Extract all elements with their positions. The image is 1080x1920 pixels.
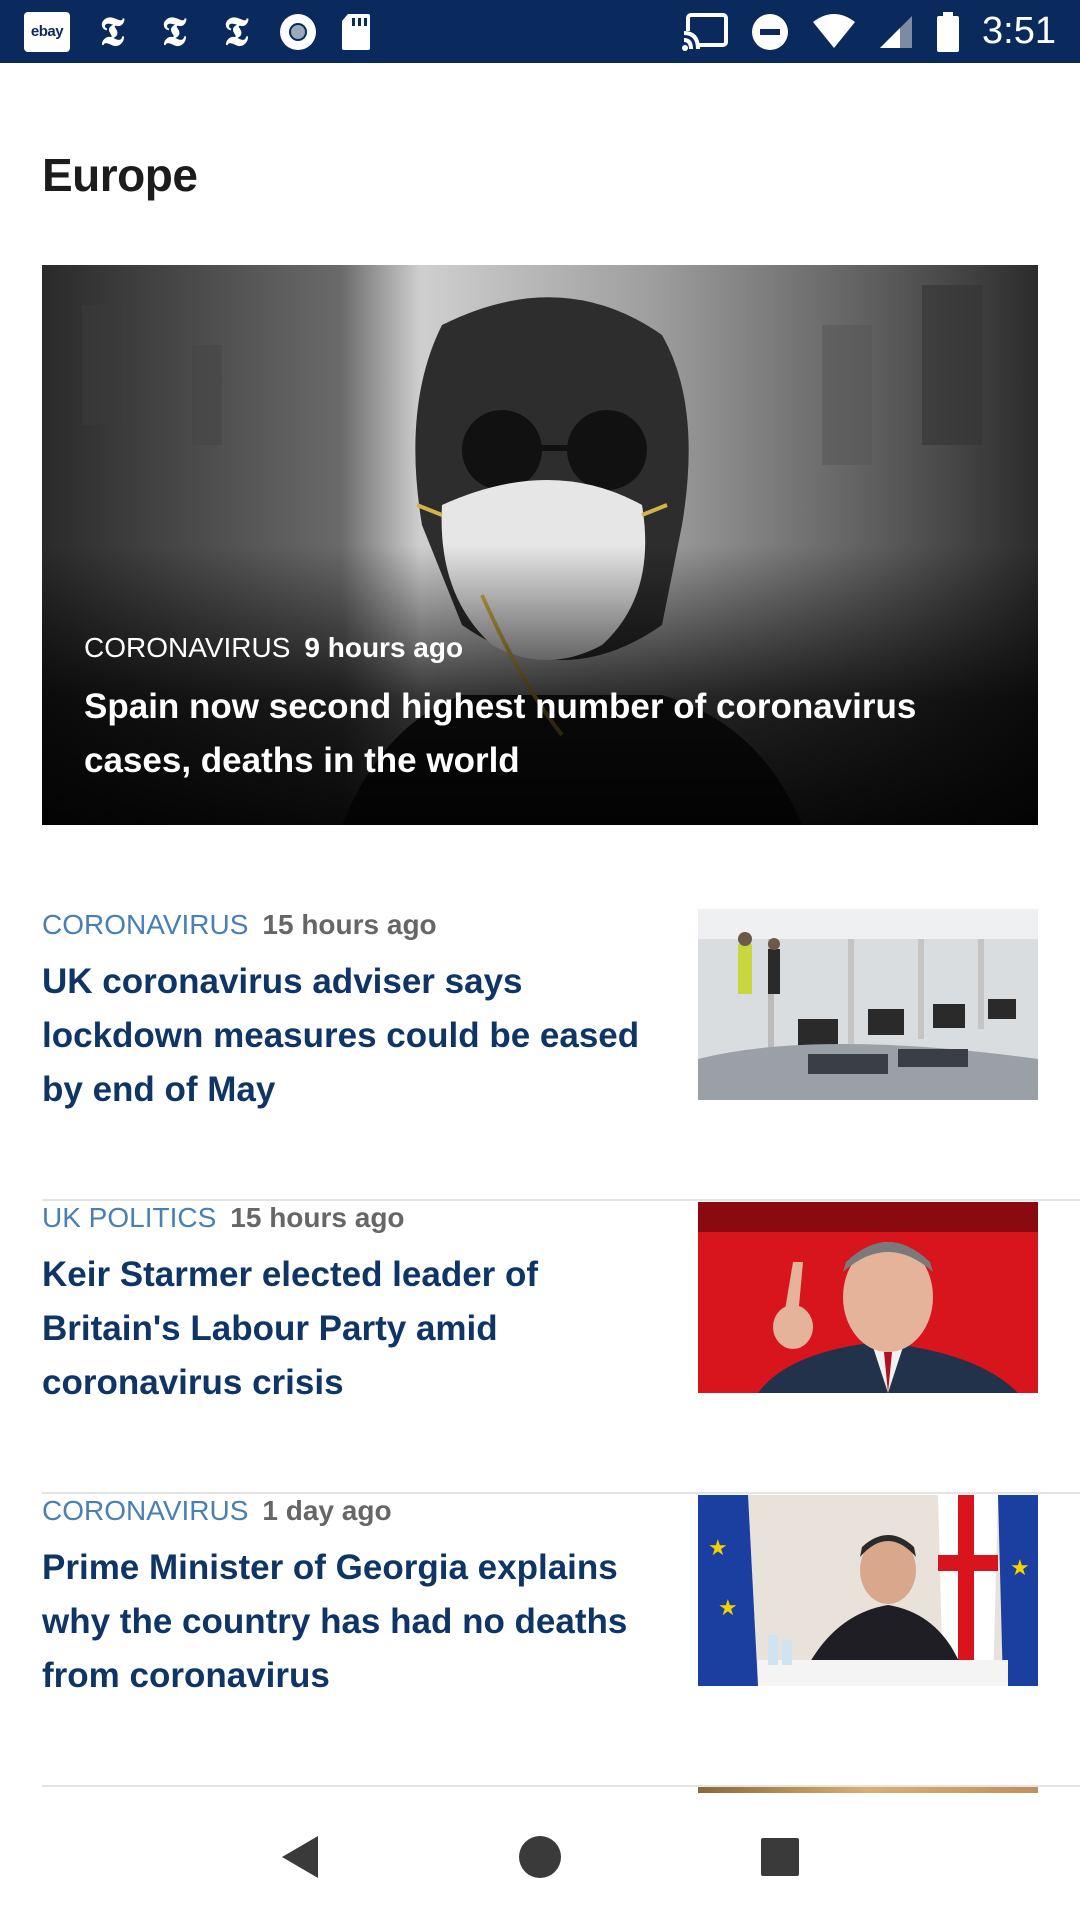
article-time: 1 day ago: [262, 1495, 392, 1526]
article-category[interactable]: CORONAVIRUS: [42, 909, 248, 941]
article-list-item[interactable]: CORONAVIRUS 15 hours ago UK coronavirus …: [42, 909, 1080, 1201]
battery-icon: [937, 11, 960, 52]
hero-meta: CORONAVIRUS 9 hours ago: [84, 632, 463, 664]
svg-text:★: ★: [708, 1536, 728, 1561]
home-icon[interactable]: [510, 1827, 570, 1887]
politician-image: [698, 1202, 1038, 1393]
article-headline[interactable]: UK coronavirus adviser says lockdown mea…: [42, 955, 642, 1117]
hero-category[interactable]: CORONAVIRUS: [84, 632, 290, 664]
hero-time: 9 hours ago: [304, 632, 464, 663]
article-list-item[interactable]: UK POLITICS 15 hours ago Keir Starmer el…: [42, 1202, 1080, 1494]
article-category[interactable]: UK POLITICS: [42, 1202, 216, 1234]
article-time: 15 hours ago: [230, 1202, 405, 1233]
article-time: 15 hours ago: [262, 909, 437, 940]
nyt-icon: 𝕿: [223, 7, 249, 55]
article-meta: UK POLITICS 15 hours ago: [42, 1202, 405, 1234]
signal-icon: [880, 15, 913, 48]
article-thumbnail[interactable]: [698, 1202, 1038, 1393]
page-title: Europe: [42, 149, 198, 201]
article-thumbnail[interactable]: [698, 909, 1038, 1100]
sd-card-icon: [342, 13, 370, 50]
article-category[interactable]: CORONAVIRUS: [42, 1495, 248, 1527]
status-bar: ebay 𝕿 𝕿 𝕿 3:51: [0, 0, 1080, 63]
article-headline[interactable]: Keir Starmer elected leader of Britain's…: [42, 1248, 642, 1410]
do-not-disturb-icon: [752, 13, 789, 50]
article-headline[interactable]: Prime Minister of Georgia explains why t…: [42, 1541, 642, 1703]
hospital-image: [698, 909, 1038, 1100]
ebay-icon: ebay: [24, 11, 70, 52]
recents-icon[interactable]: [750, 1827, 810, 1887]
clock: 3:51: [982, 10, 1056, 52]
article-meta: CORONAVIRUS 15 hours ago: [42, 909, 437, 941]
status-left-icons: ebay 𝕿 𝕿 𝕿: [24, 7, 372, 55]
circle-dot-icon: [280, 13, 316, 50]
nyt-icon: 𝕿: [99, 7, 125, 55]
nyt-icon: 𝕿: [161, 7, 187, 55]
svg-text:★: ★: [1010, 1556, 1030, 1581]
article-list-item[interactable]: CORONAVIRUS 1 day ago Prime Minister of …: [42, 1495, 1080, 1787]
wifi-icon: [813, 13, 856, 48]
status-right-icons: 3:51: [682, 10, 1056, 53]
svg-text:★: ★: [718, 1596, 738, 1621]
article-thumbnail[interactable]: ★ ★ ★: [698, 1495, 1038, 1686]
cast-icon: [682, 12, 729, 51]
back-icon[interactable]: [270, 1827, 330, 1887]
article-meta: CORONAVIRUS 1 day ago: [42, 1495, 392, 1527]
hero-article[interactable]: CORONAVIRUS 9 hours ago Spain now second…: [42, 265, 1038, 825]
prime-minister-image: ★ ★ ★: [698, 1495, 1038, 1686]
hero-headline[interactable]: Spain now second highest number of coron…: [84, 680, 984, 788]
navigation-bar: [0, 1793, 1080, 1920]
